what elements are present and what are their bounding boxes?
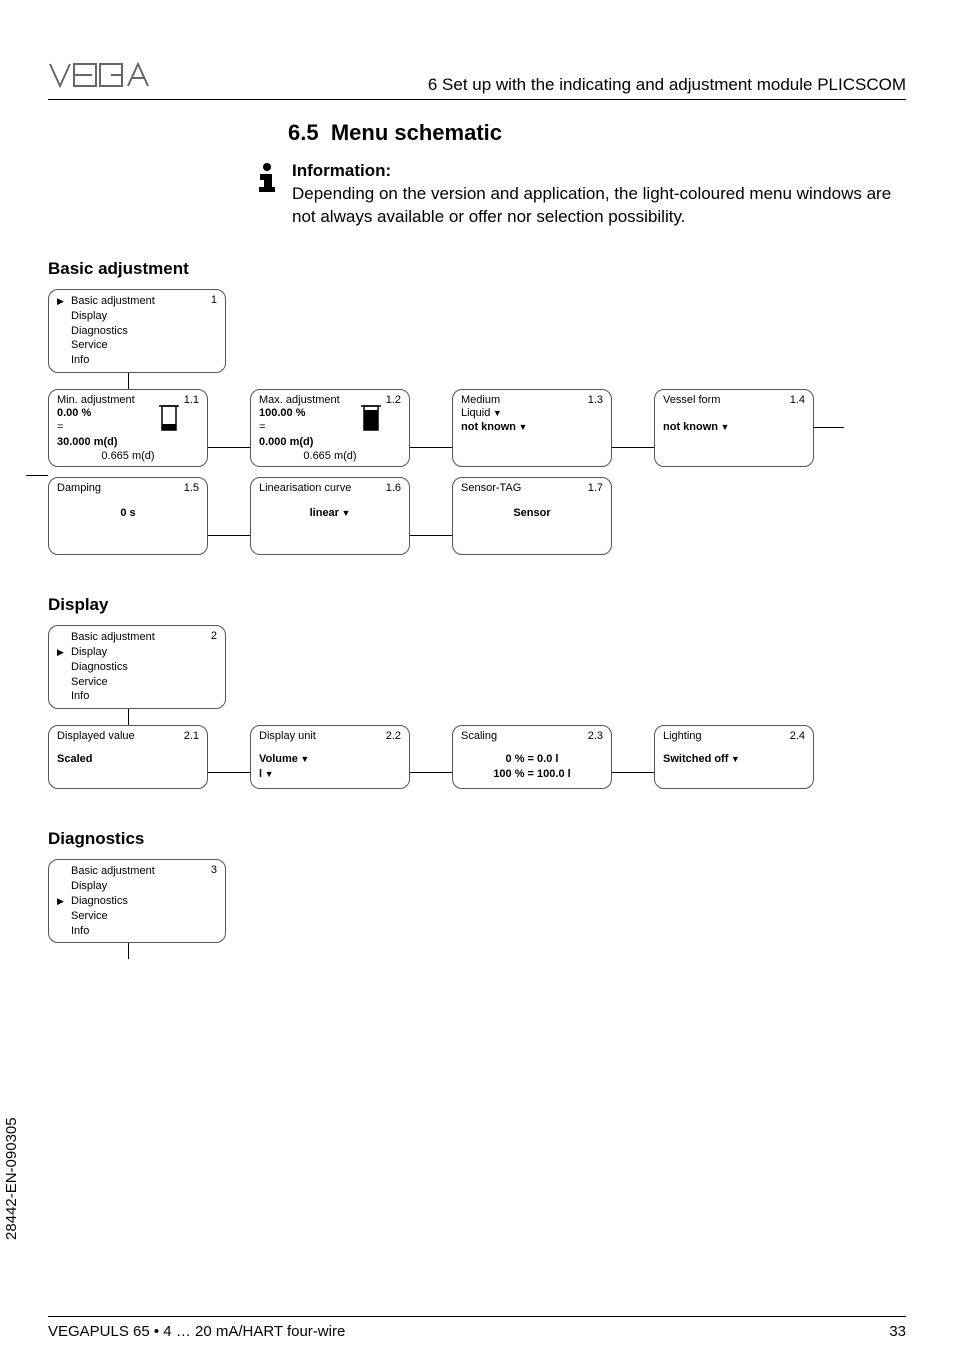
box-num: 1.7 [588,482,603,494]
menu-item: Info [57,924,217,939]
box-title: Linearisation curve [259,482,401,494]
box-line: 0 % = 0.0 l [461,752,603,766]
box-line: not known [663,420,805,434]
box-title: Damping [57,482,199,494]
basic-adjustment-diagram: 1 Basic adjustment Display Diagnostics S… [48,289,906,555]
box-title: Sensor-TAG [461,482,603,494]
menu-basic: 1 Basic adjustment Display Diagnostics S… [48,289,226,373]
box-line: Sensor [461,506,603,520]
box-title: Display unit [259,730,401,742]
box-display-unit: 2.2 Display unit Volume l [250,725,410,789]
box-num: 2.2 [386,730,401,742]
group-display-title: Display [48,595,906,615]
menu-item: Diagnostics [57,660,217,675]
level-empty-icon [159,404,179,437]
box-line: linear [259,506,401,520]
box-title: Vessel form [663,394,805,406]
box-num: 1.5 [184,482,199,494]
box-line: Liquid [461,406,603,420]
menu-item: Basic adjustment [57,630,217,645]
box-line: Switched off [663,752,805,766]
box-displayed-value: 2.1 Displayed value Scaled [48,725,208,789]
box-num: 1.2 [386,394,401,406]
group-basic-title: Basic adjustment [48,259,906,279]
box-line: Volume [259,752,401,766]
vega-logo [48,60,158,95]
box-num: 1.4 [790,394,805,406]
box-damping: 1.5 Damping 0 s [48,477,208,555]
box-line: l [259,767,401,781]
page-footer: VEGAPULS 65 • 4 … 20 mA/HART four-wire 3… [48,1316,906,1340]
box-line: not known [461,420,603,434]
menu-item: Basic adjustment [57,864,217,879]
menu-item: Diagnostics [57,324,217,339]
information-note: Information: Depending on the version an… [256,160,906,229]
box-scaling: 2.3 Scaling 0 % = 0.0 l 100 % = 100.0 l [452,725,612,789]
page-header: 6 Set up with the indicating and adjustm… [48,60,906,100]
section-heading: 6.5 Menu schematic [288,120,906,146]
menu-item: Display [57,309,217,324]
menu-item: Basic adjustment [57,294,217,309]
box-line: 100 % = 100.0 l [461,767,603,781]
footer-left: VEGAPULS 65 • 4 … 20 mA/HART four-wire [48,1323,345,1340]
diagnostics-diagram: 3 Basic adjustment Display Diagnostics S… [48,859,906,959]
menu-item: Display [57,879,217,894]
box-line: Scaled [57,752,199,766]
info-icon [256,162,278,197]
box-sensor-tag: 1.7 Sensor-TAG Sensor [452,477,612,555]
box-title: Displayed value [57,730,199,742]
box-lighting: 2.4 Lighting Switched off [654,725,814,789]
display-diagram: 2 Basic adjustment Display Diagnostics S… [48,625,906,789]
box-medium: 1.3 Medium Liquid not known [452,389,612,467]
document-number: 28442-EN-090305 [3,1117,20,1240]
menu-display: 2 Basic adjustment Display Diagnostics S… [48,625,226,709]
chapter-title: 6 Set up with the indicating and adjustm… [158,75,906,95]
menu-item: Service [57,675,217,690]
box-line: 0.665 m(d) [57,449,199,463]
box-linearisation: 1.6 Linearisation curve linear [250,477,410,555]
menu-item: Info [57,353,217,368]
box-max-adjustment: 1.2 Max. adjustment 100.00 % = 0.000 m(d… [250,389,410,467]
level-full-icon [361,404,381,437]
info-label: Information: [292,160,906,183]
box-num: 1.1 [184,394,199,406]
menu-item: Info [57,689,217,704]
box-min-adjustment: 1.1 Min. adjustment 0.00 % = 30.000 m(d)… [48,389,208,467]
menu-item: Service [57,909,217,924]
info-body: Depending on the version and application… [292,184,891,226]
box-num: 2.4 [790,730,805,742]
box-title: Medium [461,394,603,406]
menu-item: Diagnostics [57,894,217,909]
box-line: 0 s [57,506,199,520]
menu-item: Service [57,338,217,353]
page-number: 33 [889,1323,906,1340]
box-num: 1.3 [588,394,603,406]
menu-diagnostics: 3 Basic adjustment Display Diagnostics S… [48,859,226,943]
box-title: Lighting [663,730,805,742]
box-num: 2.3 [588,730,603,742]
box-num: 2.1 [184,730,199,742]
box-line: 0.665 m(d) [259,449,401,463]
group-diagnostics-title: Diagnostics [48,829,906,849]
box-title: Scaling [461,730,603,742]
menu-item: Display [57,645,217,660]
box-vessel-form: 1.4 Vessel form not known [654,389,814,467]
box-num: 1.6 [386,482,401,494]
